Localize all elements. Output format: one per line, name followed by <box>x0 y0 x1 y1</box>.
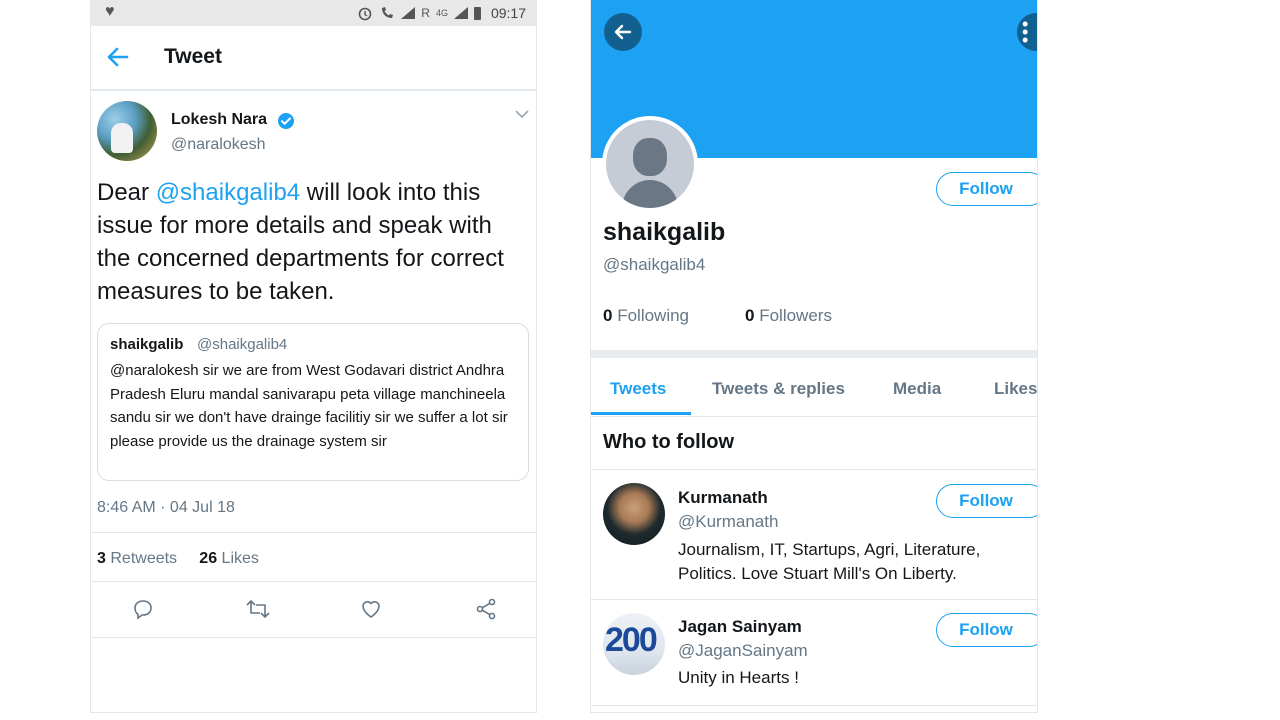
retweet-icon[interactable] <box>245 597 271 621</box>
tab-tweets-replies[interactable]: Tweets & replies <box>712 379 845 399</box>
divider <box>591 599 1037 600</box>
retweets-count: 3 <box>97 550 106 567</box>
active-tab-indicator <box>591 412 691 415</box>
retweet-stat[interactable]: 3 Retweets <box>97 550 177 567</box>
status-bar: ♥ R 4G 09:17 <box>91 0 536 26</box>
share-icon[interactable] <box>474 597 498 621</box>
divider <box>91 637 536 638</box>
author-avatar[interactable] <box>97 101 157 161</box>
follow-button[interactable]: Follow <box>936 484 1037 518</box>
profile-screen: • • • Follow shaikgalib @shaikgalib4 0 Fol… <box>590 0 1038 713</box>
back-arrow-icon <box>614 24 632 40</box>
signal-icon-2 <box>453 7 468 19</box>
tab-likes[interactable]: Likes <box>994 379 1037 399</box>
divider <box>91 532 536 533</box>
quoted-author-name: shaikgalib <box>110 336 184 353</box>
like-icon[interactable] <box>359 597 383 621</box>
avatar-text: 200 <box>605 621 658 659</box>
divider <box>591 705 1037 706</box>
suggestion-bio: Unity in Hearts ! <box>678 668 799 687</box>
tweet-text-prefix: Dear <box>97 179 156 206</box>
heart-icon: ♥ <box>105 3 115 20</box>
following-link[interactable]: 0 Following <box>603 306 689 326</box>
verified-badge-icon <box>278 113 294 129</box>
profile-avatar[interactable] <box>602 116 698 212</box>
avatar-body <box>622 180 678 208</box>
divider <box>91 581 536 582</box>
page-title: Tweet <box>164 45 222 68</box>
following-label: Following <box>617 306 690 325</box>
roaming-indicator: R <box>421 6 430 20</box>
tweet-detail: Lokesh Nara @naralokesh Dear @shaikgalib… <box>91 91 536 711</box>
quoted-author-handle: @shaikgalib4 <box>197 336 288 353</box>
back-arrow-icon[interactable] <box>105 44 131 70</box>
section-divider <box>591 350 1037 358</box>
suggestion-name: Kurmanath <box>678 488 768 507</box>
retweets-label: Retweets <box>110 550 178 567</box>
reply-icon[interactable] <box>131 597 155 621</box>
suggestion-name: Jagan Sainyam <box>678 617 802 636</box>
quoted-tweet-text: @naralokesh sir we are from West Godavar… <box>110 362 508 450</box>
back-button[interactable] <box>604 13 642 51</box>
following-count: 0 <box>603 306 613 325</box>
suggestion-handle: @Kurmanath <box>678 512 779 531</box>
quoted-tweet[interactable]: shaikgalib @shaikgalib4 @naralokesh sir … <box>97 323 529 481</box>
tweet-actions <box>91 597 536 623</box>
default-avatar-icon <box>606 120 694 208</box>
follow-button[interactable]: Follow <box>936 613 1037 647</box>
followers-count: 0 <box>745 306 755 325</box>
tab-tweets[interactable]: Tweets <box>610 379 666 399</box>
tab-media[interactable]: Media <box>893 379 941 399</box>
profile-name: shaikgalib <box>603 218 726 246</box>
chevron-down-icon[interactable] <box>515 109 529 119</box>
avatar-head <box>633 138 667 176</box>
who-to-follow-title: Who to follow <box>603 431 735 453</box>
tweet-screen: ♥ R 4G 09:17 Tweet Lokesh Nara @naraloke… <box>90 0 537 713</box>
likes-label: Likes <box>221 550 259 567</box>
signal-icon <box>401 7 416 19</box>
author-handle[interactable]: @naralokesh <box>171 136 266 154</box>
suggestion-handle: @JaganSainyam <box>678 641 808 660</box>
status-icons: R 4G 09:17 <box>357 0 526 26</box>
suggestion-avatar[interactable] <box>603 483 665 545</box>
follow-button[interactable]: Follow <box>936 172 1037 206</box>
tweet-timestamp: 8:46 AM · 04 Jul 18 <box>97 499 235 516</box>
tweet-text: Dear @shaikgalib4 will look into this is… <box>97 176 527 308</box>
suggestion-bio: Journalism, IT, Startups, Agri, Literatu… <box>678 540 981 583</box>
likes-count: 26 <box>199 550 218 567</box>
tweet-stats: 3 Retweets 26 Likes <box>97 550 259 568</box>
battery-icon <box>473 6 481 20</box>
profile-tabs: Tweets Tweets & replies Media Likes <box>591 360 1037 417</box>
wifi-call-icon <box>382 7 394 18</box>
tweet-mention-link[interactable]: @shaikgalib4 <box>156 179 300 206</box>
divider <box>591 469 1037 470</box>
alarm-icon <box>358 7 372 21</box>
followers-label: Followers <box>759 306 832 325</box>
author-name[interactable]: Lokesh Nara <box>171 111 267 129</box>
status-time: 09:17 <box>490 5 526 21</box>
followers-link[interactable]: 0 Followers <box>745 306 832 326</box>
suggestion-avatar[interactable]: 200 <box>603 613 665 675</box>
more-vertical-icon: • • • <box>1022 14 1029 50</box>
tweet-header: Tweet <box>91 26 536 91</box>
profile-handle: @shaikgalib4 <box>603 255 706 274</box>
likes-stat[interactable]: 26 Likes <box>199 550 259 567</box>
network-type: 4G <box>435 8 448 18</box>
more-options-button[interactable]: • • • <box>1017 13 1037 51</box>
